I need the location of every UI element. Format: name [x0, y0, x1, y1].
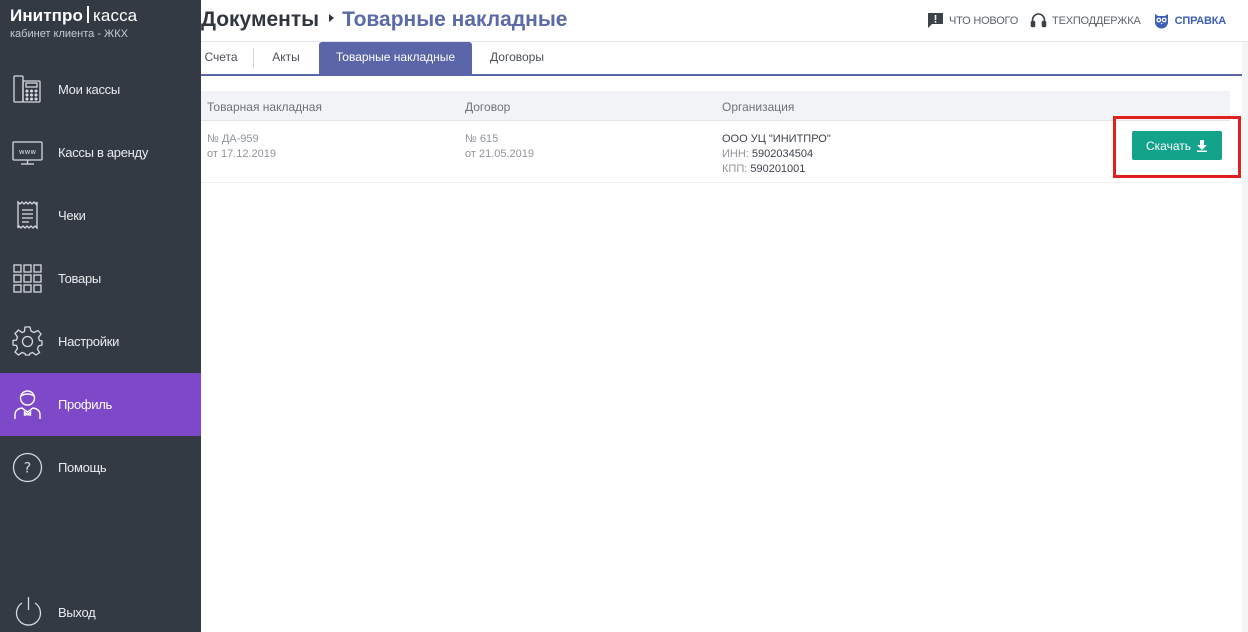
headset-icon — [1030, 13, 1047, 28]
brand-subtitle: кабинет клиента - ЖКХ — [10, 28, 128, 40]
brand-title: Инитпро касса — [10, 6, 137, 26]
waybill-date: от 17.12.2019 — [207, 148, 277, 160]
gear-icon — [11, 325, 44, 358]
user-icon — [11, 388, 44, 421]
breadcrumb-arrow-icon — [329, 14, 335, 22]
document-tabs: Счета Акты Товарные накладные Договоры — [201, 42, 1248, 76]
header-links: Что нового Техподдержка Справка — [927, 12, 1226, 29]
sidebar-item-goods[interactable]: Товары — [0, 247, 201, 310]
breadcrumb-root[interactable]: Документы — [201, 8, 319, 31]
sidebar-item-label: Помощь — [58, 460, 107, 475]
sidebar-item-label: Товары — [58, 271, 101, 286]
download-icon — [1197, 139, 1207, 152]
organization-name: ООО УЦ "ИНИТПРО" — [722, 133, 831, 145]
sidebar: Инитпро касса кабинет клиента - ЖКХ Мои к… — [0, 0, 201, 632]
power-icon — [12, 595, 45, 628]
sidebar-item-label: Настройки — [58, 334, 120, 349]
page-title: Товарные накладные — [342, 8, 568, 31]
organization-cell: ООО УЦ "ИНИТПРО" ИНН: 5902034504 КПП: 59… — [722, 132, 831, 177]
column-header-contract: Договор — [465, 100, 511, 114]
chat-alert-icon — [927, 13, 943, 28]
grid-icon — [11, 262, 44, 295]
documents-table: Товарная накладная Договор Организация №… — [201, 91, 1241, 183]
waybill-number: № ДА-959 — [207, 133, 259, 145]
contract-cell: № 615 от 21.05.2019 — [465, 132, 534, 162]
sidebar-item-settings[interactable]: Настройки — [0, 310, 201, 373]
sidebar-item-label: Профиль — [58, 397, 113, 412]
sidebar-item-rental-cashboxes[interactable]: www Кассы в аренду — [0, 121, 201, 184]
waybill-cell: № ДА-959 от 17.12.2019 — [207, 132, 276, 162]
sidebar-nav: Мои кассы www Кассы в аренду Чеки Товары — [0, 58, 201, 499]
sidebar-item-profile[interactable]: Профиль — [0, 373, 201, 436]
monitor-www-icon: www — [11, 136, 44, 169]
help-label: Справка — [1174, 14, 1227, 27]
svg-text:www: www — [19, 148, 36, 156]
brand[interactable]: Инитпро касса кабинет клиента - ЖКХ — [10, 6, 137, 40]
whats-new-link[interactable]: Что нового — [927, 12, 1018, 29]
sidebar-item-logout[interactable]: Выход — [0, 581, 201, 632]
download-button[interactable]: Скачать — [1132, 131, 1222, 160]
question-icon: ? — [11, 451, 44, 484]
support-link[interactable]: Техподдержка — [1030, 12, 1141, 29]
whats-new-label: Что нового — [948, 14, 1019, 27]
column-header-organization: Организация — [722, 100, 795, 114]
tab-acts[interactable]: Акты — [263, 42, 309, 74]
tab-invoices[interactable]: Счета — [201, 42, 241, 74]
download-label: Скачать — [1146, 138, 1191, 153]
brand-name: Инитпро — [10, 6, 83, 25]
page-header: Документы Товарные накладные Что нового Т… — [201, 0, 1248, 42]
sidebar-item-label: Чеки — [58, 208, 86, 223]
contract-date: от 21.05.2019 — [465, 148, 535, 160]
sidebar-item-label: Кассы в аренду — [58, 145, 149, 160]
tab-contracts[interactable]: Договоры — [482, 42, 552, 74]
help-link[interactable]: Справка — [1153, 12, 1226, 29]
column-header-waybill: Товарная накладная — [207, 100, 322, 114]
scrollbar[interactable] — [1242, 42, 1248, 632]
organization-inn: ИНН: 5902034504 — [722, 148, 814, 160]
sidebar-item-help[interactable]: ? Помощь — [0, 436, 201, 499]
breadcrumb: Документы Товарные накладные — [201, 8, 567, 32]
svg-text:?: ? — [24, 461, 31, 477]
sidebar-item-label: Мои кассы — [58, 82, 120, 97]
cash-register-icon — [11, 73, 44, 106]
owl-icon — [1154, 14, 1168, 29]
brand-separator — [87, 6, 89, 23]
organization-kpp: КПП: 590201001 — [722, 163, 806, 175]
contract-number: № 615 — [465, 133, 499, 145]
brand-product: касса — [93, 6, 138, 25]
tab-divider — [253, 48, 254, 68]
sidebar-item-receipts[interactable]: Чеки — [0, 184, 201, 247]
receipt-icon — [11, 199, 44, 232]
tab-waybills[interactable]: Товарные накладные — [319, 42, 472, 74]
support-label: Техподдержка — [1052, 14, 1141, 27]
sidebar-item-label: Выход — [58, 605, 96, 620]
table-header: Товарная накладная Договор Организация — [201, 91, 1230, 121]
app-window: Инитпро касса кабинет клиента - ЖКХ Мои к… — [0, 0, 1248, 632]
table-row: № ДА-959 от 17.12.2019 № 615 от 21.05.20… — [201, 121, 1230, 183]
sidebar-item-my-cashboxes[interactable]: Мои кассы — [0, 58, 201, 121]
